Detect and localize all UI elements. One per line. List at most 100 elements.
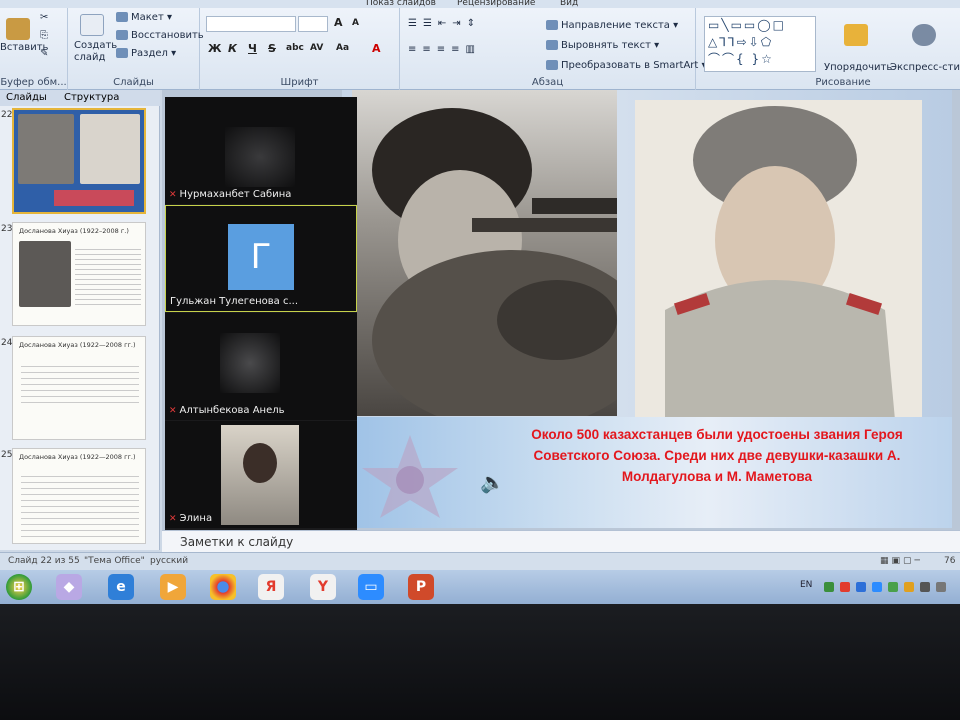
language-indicator[interactable]: русский xyxy=(150,556,188,566)
char-spacing-button[interactable]: AV xyxy=(310,43,323,53)
slide-thumb-23[interactable]: Досланова Хиуаз (1922–2008 г.) xyxy=(12,222,146,326)
font-group-label: Шрифт xyxy=(280,77,319,88)
drawing-group: ▭╲▭▭◯□ △⅂⅂⇨⇩⬠ ⌒⌒{ }☆ Упорядочить Экспресс-… xyxy=(696,8,960,90)
participant-name: ✕ Элина xyxy=(169,513,212,524)
participant-name-text: Алтынбекова Анель xyxy=(179,405,285,416)
volume-icon[interactable] xyxy=(936,582,946,592)
thumb-photo xyxy=(19,241,71,307)
font-group: A A Ж К Ч S abc AV Aa A Шрифт xyxy=(200,8,400,90)
soldier-portrait-art xyxy=(635,100,922,420)
media-player-icon[interactable]: ▶ xyxy=(160,574,186,600)
participant-tile[interactable]: ✕ Элина xyxy=(165,421,357,528)
text-direction-button[interactable]: Направление текста ▾ xyxy=(546,20,678,31)
tray-icon[interactable] xyxy=(872,582,882,592)
shapes-gallery[interactable]: ▭╲▭▭◯□ △⅂⅂⇨⇩⬠ ⌒⌒{ }☆ xyxy=(704,16,816,72)
current-slide[interactable]: 🔈 Около 500 казахстанцев были удостоены … xyxy=(342,90,952,528)
participant-tile-active[interactable]: Г Гульжан Тулегенова с... xyxy=(165,205,357,312)
thumb-number: 22 xyxy=(1,110,13,120)
arrange-button[interactable]: Упорядочить xyxy=(824,62,892,73)
tray-icon[interactable] xyxy=(904,582,914,592)
monitor-bezel xyxy=(0,604,960,720)
participant-name: ✕ Алтынбекова Анель xyxy=(169,405,285,416)
tab-review[interactable]: Рецензирование xyxy=(457,0,535,8)
list-buttons[interactable]: ☰☰⇤⇥⇕ xyxy=(408,18,481,29)
mic-off-icon: ✕ xyxy=(169,190,177,200)
sniper-photo xyxy=(352,90,617,416)
bold-button[interactable]: Ж xyxy=(208,42,221,55)
smartart-button[interactable]: Преобразовать в SmartArt ▾ xyxy=(546,60,707,71)
text-direction-icon xyxy=(546,20,558,30)
reset-label: Восстановить xyxy=(131,30,204,41)
align-text-label: Выровнять текст xyxy=(561,40,651,51)
start-button[interactable]: ⊞ xyxy=(6,574,32,600)
order-star-decoration xyxy=(362,435,458,518)
status-bar: Слайд 22 из 55 "Тема Office" русский ▦▣▢… xyxy=(0,552,960,570)
tray-icon[interactable] xyxy=(856,582,866,592)
powerpoint-icon[interactable]: P xyxy=(408,574,434,600)
layout-label: Макет xyxy=(131,12,164,23)
tab-view[interactable]: Вид xyxy=(560,0,578,8)
yandex-icon[interactable]: Я xyxy=(258,574,284,600)
tab-slides[interactable]: Слайды xyxy=(6,92,47,103)
sniper-photo-art xyxy=(372,108,617,416)
section-label: Раздел xyxy=(131,48,168,59)
tab-outline[interactable]: Структура xyxy=(64,92,119,103)
thumb-number: 25 xyxy=(1,450,13,460)
network-icon[interactable] xyxy=(920,582,930,592)
layout-button[interactable]: Макет ▾ xyxy=(116,12,172,23)
slides-panel: Слайды Структура 22 23 Досланова Хиуаз (… xyxy=(0,90,160,550)
font-family-field[interactable] xyxy=(206,16,296,32)
participant-tile[interactable]: ✕ Нурмаханбет Сабина xyxy=(165,97,357,204)
participant-tile[interactable]: ✕ Алтынбекова Анель xyxy=(165,313,357,420)
participant-video xyxy=(221,425,299,525)
align-text-button[interactable]: Выровнять текст ▾ xyxy=(546,40,659,51)
new-slide-icon xyxy=(80,14,104,36)
underline-button[interactable]: Ч xyxy=(248,42,257,55)
quick-styles-button[interactable]: Экспресс-стили xyxy=(890,62,960,73)
change-case-button[interactable]: Aa xyxy=(336,43,349,53)
slide-thumb-22[interactable] xyxy=(12,108,146,214)
layout-icon xyxy=(116,12,128,22)
avatar: Г xyxy=(228,224,294,290)
slide-thumb-24[interactable]: Досланова Хиуаз (1922—2008 гг.) xyxy=(12,336,146,440)
font-color-button[interactable]: A xyxy=(372,42,381,55)
format-painter-icon[interactable]: ✎ xyxy=(40,48,48,59)
zoom-app-icon[interactable]: ▭ xyxy=(358,574,384,600)
app-icon[interactable]: ◆ xyxy=(56,574,82,600)
slide-caption[interactable]: Около 500 казахстанцев были удостоены зв… xyxy=(497,424,937,487)
view-buttons[interactable]: ▦▣▢─ xyxy=(880,556,923,566)
participant-face xyxy=(243,443,277,483)
slide-notes[interactable]: Заметки к слайду xyxy=(162,530,960,552)
section-button[interactable]: Раздел ▾ xyxy=(116,48,176,59)
tray-icon[interactable] xyxy=(888,582,898,592)
strikethrough-button[interactable]: S xyxy=(268,42,276,55)
ie-icon[interactable]: e xyxy=(108,574,134,600)
thumb-number: 24 xyxy=(1,338,13,348)
notes-placeholder: Заметки к слайду xyxy=(180,535,294,549)
keyboard-language[interactable]: EN xyxy=(800,580,812,590)
clipboard-group: Вставить ✂ ⎘ ✎ Буфер обм... xyxy=(0,8,68,90)
tray-icon[interactable] xyxy=(840,582,850,592)
yandex-browser-icon[interactable]: Y xyxy=(310,574,336,600)
zoom-level[interactable]: 76 xyxy=(944,556,955,566)
font-size-field[interactable] xyxy=(298,16,328,32)
align-buttons[interactable]: ≡≡≡≡▥ xyxy=(408,44,481,55)
thumb-text-lines xyxy=(21,471,139,537)
shrink-font-button[interactable]: A xyxy=(352,18,359,28)
tray-icon[interactable] xyxy=(824,582,834,592)
tab-slideshow[interactable]: Показ слайдов xyxy=(366,0,436,8)
shadow-button[interactable]: abc xyxy=(286,43,304,53)
smartart-label: Преобразовать в SmartArt xyxy=(561,60,699,71)
slide-thumb-25[interactable]: Досланова Хиуаз (1922—2008 гг.) xyxy=(12,448,146,544)
align-text-icon xyxy=(546,40,558,50)
chrome-icon[interactable] xyxy=(210,574,236,600)
reset-button[interactable]: Восстановить xyxy=(116,30,204,41)
grow-font-button[interactable]: A xyxy=(334,16,343,29)
thumb-title: Досланова Хиуаз (1922—2008 гг.) xyxy=(19,453,136,461)
cut-icon[interactable]: ✂ xyxy=(40,12,48,23)
paragraph-group: ☰☰⇤⇥⇕ ≡≡≡≡▥ Направление текста ▾ Выровня… xyxy=(400,8,707,90)
copy-icon[interactable]: ⎘ xyxy=(40,30,48,41)
italic-button[interactable]: К xyxy=(228,42,237,55)
slide-counter: Слайд 22 из 55 xyxy=(8,556,80,566)
panel-tabs: Слайды Структура xyxy=(0,90,160,106)
